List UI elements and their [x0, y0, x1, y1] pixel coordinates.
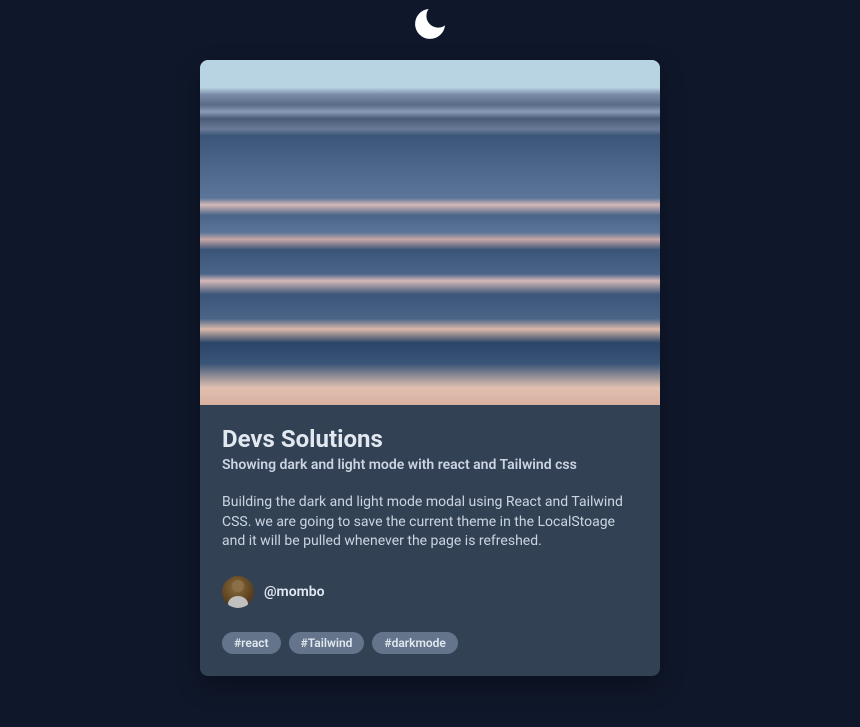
- card-title: Devs Solutions: [222, 425, 638, 453]
- card-hero-image: [200, 60, 660, 405]
- author-handle: @mombo: [264, 584, 325, 600]
- card-description: Building the dark and light mode modal u…: [222, 493, 638, 552]
- tag-darkmode[interactable]: #darkmode: [372, 632, 457, 654]
- card-content: Devs Solutions Showing dark and light mo…: [200, 405, 660, 676]
- tag-react[interactable]: #react: [222, 632, 281, 654]
- article-card: Devs Solutions Showing dark and light mo…: [200, 60, 660, 676]
- tag-tailwind[interactable]: #Tailwind: [289, 632, 365, 654]
- tags-container: #react #Tailwind #darkmode: [222, 632, 638, 654]
- avatar: [222, 576, 254, 608]
- card-subtitle: Showing dark and light mode with react a…: [222, 457, 638, 473]
- moon-icon: [410, 4, 450, 44]
- theme-toggle-button[interactable]: [410, 4, 450, 44]
- author-section: @mombo: [222, 576, 638, 608]
